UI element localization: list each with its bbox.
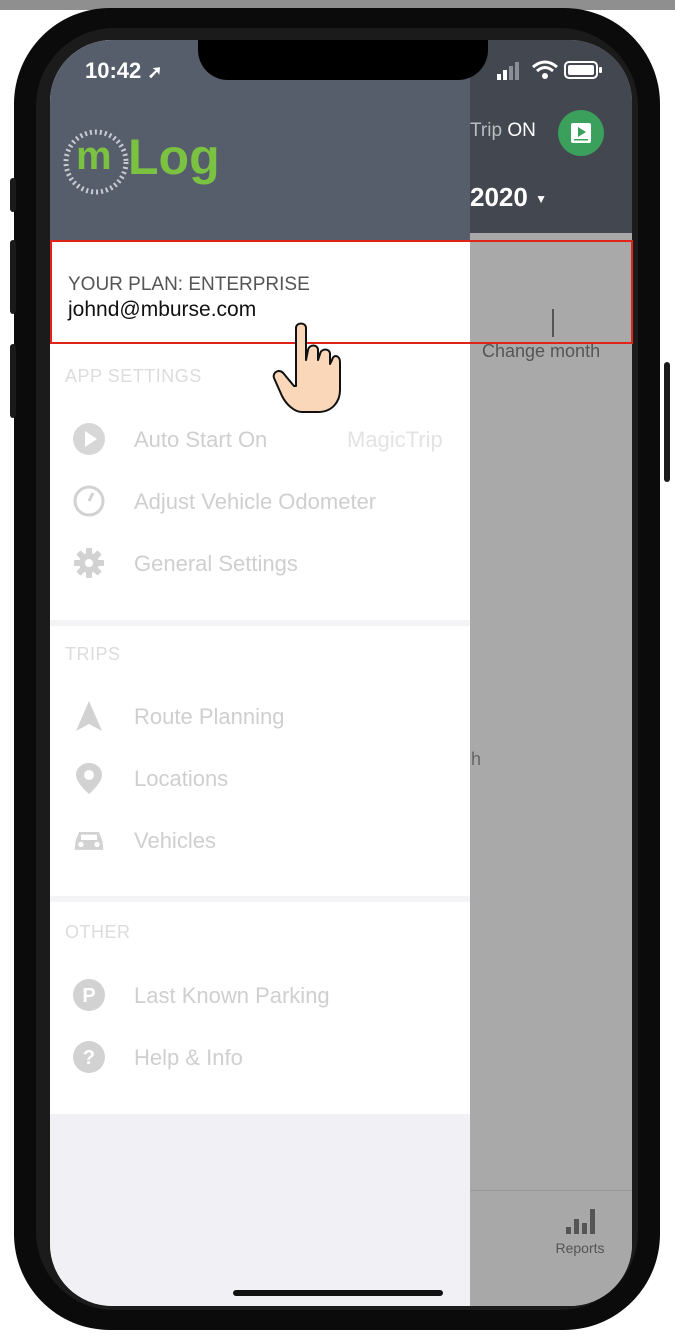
- menu-item-auto-start[interactable]: Auto Start On MagicTrip: [50, 414, 470, 464]
- svg-text:?: ?: [83, 1047, 95, 1069]
- bottom-tab-bar: Reports: [470, 1190, 632, 1306]
- menu-item-last-known-parking[interactable]: P Last Known Parking: [50, 970, 470, 1020]
- logo-m: m: [76, 134, 112, 178]
- car-icon: [72, 823, 106, 857]
- home-indicator: [233, 1290, 443, 1296]
- magic-trip-tag: MagicTrip: [347, 427, 443, 452]
- menu-item-label: Help & Info: [134, 1045, 243, 1070]
- gear-icon: [72, 546, 106, 580]
- section-title-trips: TRIPS: [65, 644, 121, 664]
- play-icon: [72, 422, 106, 456]
- menu-item-locations[interactable]: Locations: [50, 753, 470, 803]
- menu-item-label: Locations: [134, 766, 229, 791]
- navigation-arrow-icon: [72, 699, 106, 733]
- tab-reports-label: Reports: [555, 1240, 605, 1256]
- tab-reports[interactable]: Reports: [540, 1205, 620, 1265]
- location-pin-icon: [72, 761, 106, 795]
- help-icon: ?: [72, 1040, 106, 1074]
- svg-text:P: P: [82, 985, 95, 1007]
- menu-item-general-settings[interactable]: General Settings: [50, 538, 470, 588]
- status-bar-time: 10:42 ➚: [85, 58, 163, 83]
- video-tutorial-button[interactable]: [558, 110, 604, 156]
- video-icon: [571, 123, 591, 143]
- location-arrow-icon: ➚: [147, 62, 163, 82]
- trips-section: TRIPS Route Planning Locations Vehicles: [50, 626, 470, 896]
- section-title-app-settings: APP SETTINGS: [65, 366, 202, 386]
- phone-screen: Trip ON 2020 ▼ Change month h Reports m …: [50, 40, 632, 1306]
- phone-side-button-volume-up: [10, 240, 16, 314]
- year-selector[interactable]: 2020 ▼: [470, 182, 547, 213]
- other-section: OTHER P Last Known Parking ? Help & Info: [50, 902, 470, 1114]
- magic-trip-label: Trip: [470, 120, 503, 141]
- menu-item-label: Route Planning: [134, 704, 285, 729]
- menu-item-label: Vehicles: [134, 828, 216, 853]
- menu-item-adjust-odometer[interactable]: Adjust Vehicle Odometer: [50, 476, 470, 526]
- section-title-other: OTHER: [65, 922, 131, 942]
- wifi-icon: [532, 60, 558, 79]
- menu-item-label: Adjust Vehicle Odometer: [134, 489, 377, 514]
- menu-item-route-planning[interactable]: Route Planning: [50, 691, 470, 741]
- parking-icon: P: [72, 978, 106, 1012]
- magic-trip-state: ON: [507, 120, 536, 141]
- cellular-signal-icon: [497, 62, 519, 80]
- phone-side-button-silent: [10, 178, 16, 212]
- magic-trip-status[interactable]: Trip ON: [470, 120, 536, 142]
- status-bar-icons: [496, 60, 606, 82]
- bar-chart-icon: [566, 1209, 595, 1234]
- pointing-hand-icon: [272, 322, 341, 413]
- menu-item-label: Last Known Parking: [134, 983, 330, 1008]
- odometer-icon: [72, 484, 106, 518]
- logo-log: Log: [128, 129, 220, 185]
- menu-item-label: Auto Start On: [134, 427, 268, 452]
- menu-item-vehicles[interactable]: Vehicles: [50, 815, 470, 865]
- navigation-drawer: m Log YOUR PLAN: ENTERPRISE johnd@mburse…: [50, 40, 470, 1306]
- phone-notch: [198, 40, 488, 80]
- dropdown-caret-icon: ▼: [535, 192, 547, 207]
- battery-icon: [564, 61, 602, 79]
- menu-item-label: General Settings: [134, 551, 298, 576]
- change-month-link[interactable]: Change month: [482, 341, 600, 362]
- app-settings-section: APP SETTINGS Auto Start On MagicTrip Adj…: [50, 344, 470, 620]
- partial-hidden-text: h: [471, 749, 482, 769]
- year-label: 2020: [470, 182, 528, 212]
- phone-side-button-volume-down: [10, 344, 16, 418]
- phone-side-button-power: [664, 362, 670, 482]
- menu-item-help-info[interactable]: ? Help & Info: [50, 1032, 470, 1082]
